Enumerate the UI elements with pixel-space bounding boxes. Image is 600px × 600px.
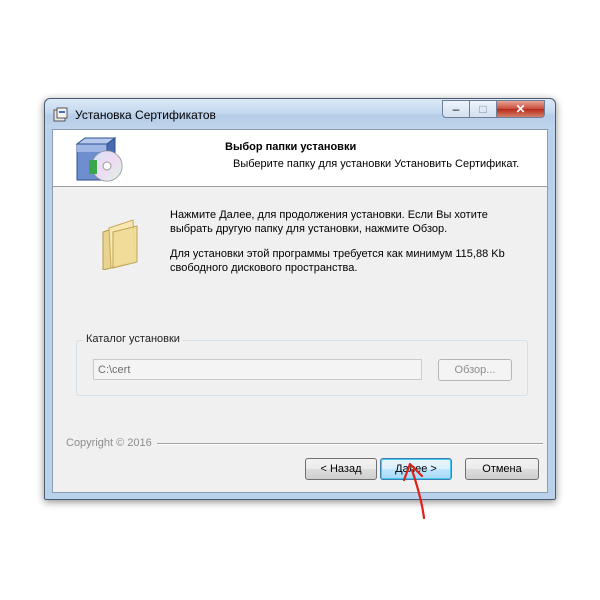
red-arrow-icon (402, 462, 426, 520)
install-path-input[interactable] (93, 359, 422, 380)
info-text: Нажмите Далее, для продолжения установки… (170, 208, 530, 236)
title-bar[interactable]: Установка Сертификатов – □ ✕ (45, 99, 555, 129)
cancel-button[interactable]: Отмена (465, 458, 539, 480)
maximize-icon: □ (479, 102, 487, 116)
space-line-1: Для установки этой программы требуется к… (170, 248, 505, 260)
space-requirement-text: Для установки этой программы требуется к… (170, 247, 530, 275)
installer-window: Установка Сертификатов – □ ✕ Выбор папки… (44, 98, 556, 500)
dialog-header: Выбор папки установки Выберите папку для… (53, 130, 547, 187)
window-title: Установка Сертификатов (75, 108, 216, 122)
installer-cd-box-icon (75, 137, 123, 182)
footer-separator (157, 443, 543, 445)
copyright-text: Copyright © 2016 (66, 437, 152, 449)
space-line-2: свободного дискового пространства. (170, 262, 358, 274)
info-line-1: Нажмите Далее, для продолжения установки… (170, 209, 488, 221)
minimize-icon: – (452, 102, 460, 116)
install-dir-label: Каталог установки (83, 333, 183, 345)
close-button[interactable]: ✕ (497, 100, 545, 118)
browse-button[interactable]: Обзор... (438, 359, 512, 381)
info-line-2: выбрать другую папку для установки, нажм… (170, 223, 448, 235)
page-title: Выбор папки установки (225, 141, 357, 153)
close-icon: ✕ (515, 102, 526, 116)
maximize-button[interactable]: □ (470, 100, 497, 118)
page-subtitle: Выберите папку для установки Установить … (233, 158, 520, 170)
dialog-client-area: Выбор папки установки Выберите папку для… (52, 129, 548, 493)
installer-app-icon (53, 107, 68, 122)
folder-icon (102, 219, 138, 270)
minimize-button[interactable]: – (442, 100, 470, 118)
back-button[interactable]: < Назад (305, 458, 377, 480)
